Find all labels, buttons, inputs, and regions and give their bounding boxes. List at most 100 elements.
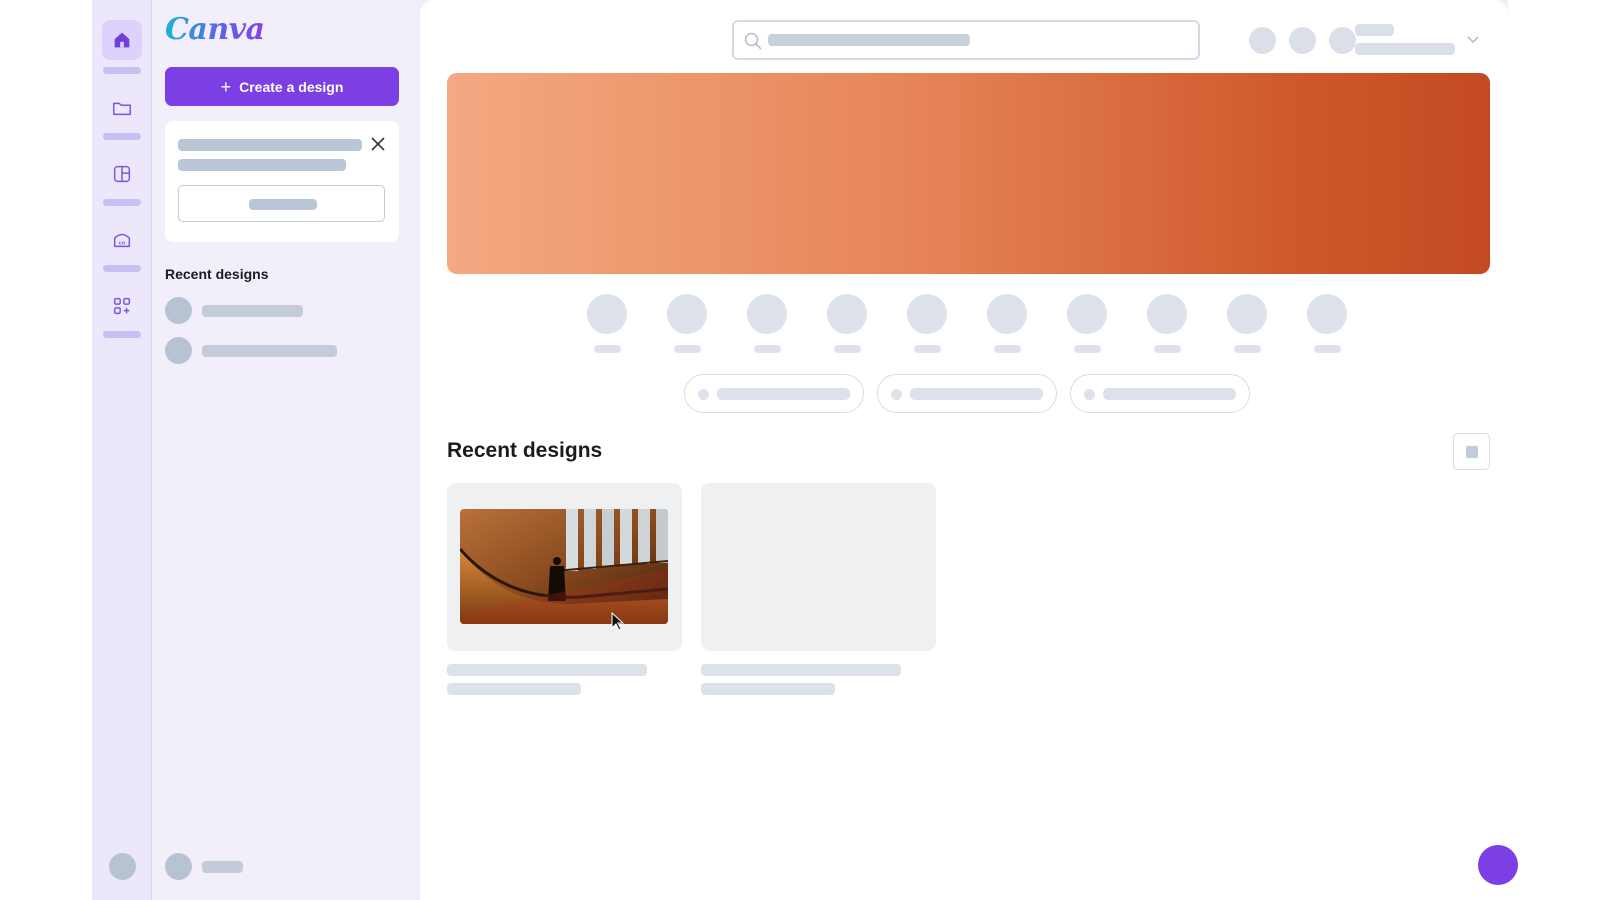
design-name-placeholder bbox=[202, 305, 303, 317]
home-icon bbox=[114, 32, 130, 48]
design-shortcut[interactable] bbox=[1227, 294, 1267, 354]
design-shortcut[interactable] bbox=[987, 294, 1027, 354]
shortcut-label-placeholder bbox=[1234, 345, 1261, 353]
suggestion-chip[interactable] bbox=[877, 374, 1057, 413]
grid-icon bbox=[1466, 446, 1478, 458]
shortcut-label-placeholder bbox=[674, 345, 701, 353]
header-icon-button[interactable] bbox=[1289, 27, 1316, 54]
side-panel: Canva + Create a design Recent designs bbox=[153, 0, 411, 900]
panel-recent-title: Recent designs bbox=[165, 266, 269, 282]
chip-icon bbox=[1084, 389, 1095, 400]
shortcut-label-placeholder bbox=[1074, 345, 1101, 353]
shortcut-label-placeholder bbox=[1154, 345, 1181, 353]
chip-icon bbox=[891, 389, 902, 400]
brand-icon: co bbox=[113, 233, 131, 248]
account-email-placeholder bbox=[1355, 43, 1455, 55]
shortcut-icon bbox=[587, 294, 627, 334]
design-shortcut[interactable] bbox=[1307, 294, 1347, 354]
create-design-label: Create a design bbox=[239, 78, 344, 95]
design-avatar bbox=[165, 297, 192, 324]
design-title-placeholder bbox=[701, 664, 901, 676]
design-shortcut[interactable] bbox=[1067, 294, 1107, 354]
shortcut-label-placeholder bbox=[594, 345, 621, 353]
rail-item-projects[interactable] bbox=[102, 88, 142, 128]
search-input[interactable] bbox=[732, 20, 1200, 60]
account-name-placeholder bbox=[1355, 24, 1394, 36]
promo-action-button[interactable] bbox=[178, 185, 385, 222]
templates-icon bbox=[113, 165, 131, 183]
chip-label-placeholder bbox=[717, 388, 850, 400]
help-button[interactable] bbox=[1478, 845, 1518, 885]
chip-label-placeholder bbox=[910, 388, 1043, 400]
rail-item-brand[interactable]: co bbox=[102, 220, 142, 260]
shortcut-icon bbox=[1307, 294, 1347, 334]
promo-button-placeholder bbox=[249, 199, 317, 210]
rail-label-apps bbox=[103, 331, 141, 338]
main-content: Recent designs bbox=[420, 0, 1518, 900]
canva-logo[interactable]: Canva bbox=[165, 12, 265, 47]
design-shortcut[interactable] bbox=[1147, 294, 1187, 354]
user-name-placeholder bbox=[202, 861, 243, 873]
close-icon[interactable] bbox=[367, 133, 389, 155]
rail-item-home[interactable] bbox=[102, 20, 142, 60]
account-avatar[interactable] bbox=[1329, 27, 1356, 54]
shortcut-icon bbox=[667, 294, 707, 334]
suggestion-chip[interactable] bbox=[684, 374, 864, 413]
chip-label-placeholder bbox=[1103, 388, 1236, 400]
plus-icon: + bbox=[220, 76, 232, 97]
search-icon bbox=[744, 32, 762, 50]
shortcut-icon bbox=[907, 294, 947, 334]
recent-designs-title: Recent designs bbox=[447, 439, 603, 462]
design-thumbnail bbox=[460, 509, 668, 624]
shortcut-icon bbox=[987, 294, 1027, 334]
icon-rail: co bbox=[92, 0, 152, 900]
shortcut-label-placeholder bbox=[834, 345, 861, 353]
folder-icon bbox=[113, 102, 131, 116]
panel-recent-item[interactable] bbox=[165, 297, 399, 325]
promo-text-placeholder bbox=[178, 159, 346, 171]
shortcut-label-placeholder bbox=[914, 345, 941, 353]
canva-app: co Canva + Create a design Recent design… bbox=[92, 0, 1518, 900]
promo-card bbox=[165, 121, 399, 242]
rail-label-projects bbox=[103, 133, 141, 140]
design-card[interactable] bbox=[447, 483, 682, 651]
shortcut-icon bbox=[1227, 294, 1267, 334]
suggestion-chip[interactable] bbox=[1070, 374, 1250, 413]
create-design-button[interactable]: + Create a design bbox=[165, 67, 399, 106]
rail-label-home bbox=[103, 67, 141, 74]
header-icon-button[interactable] bbox=[1249, 27, 1276, 54]
design-meta-placeholder bbox=[701, 683, 835, 695]
hero-banner bbox=[447, 73, 1490, 274]
shortcut-icon bbox=[827, 294, 867, 334]
architecture-photo bbox=[460, 509, 668, 624]
design-shortcut[interactable] bbox=[827, 294, 867, 354]
rail-label-templates bbox=[103, 199, 141, 206]
rail-avatar[interactable] bbox=[109, 853, 136, 880]
design-shortcut[interactable] bbox=[667, 294, 707, 354]
view-toggle-button[interactable] bbox=[1453, 433, 1490, 470]
shortcut-icon bbox=[1147, 294, 1187, 334]
design-avatar bbox=[165, 337, 192, 364]
shortcut-label-placeholder bbox=[1314, 345, 1341, 353]
design-shortcut[interactable] bbox=[907, 294, 947, 354]
design-shortcut[interactable] bbox=[587, 294, 627, 354]
chevron-down-icon[interactable] bbox=[1464, 30, 1482, 48]
design-meta-placeholder bbox=[447, 683, 581, 695]
panel-recent-item[interactable] bbox=[165, 337, 399, 365]
shortcut-label-placeholder bbox=[754, 345, 781, 353]
design-card[interactable] bbox=[701, 483, 936, 651]
svg-text:co: co bbox=[119, 241, 126, 247]
rail-item-templates[interactable] bbox=[102, 154, 142, 194]
design-shortcut[interactable] bbox=[747, 294, 787, 354]
shortcut-icon bbox=[1067, 294, 1107, 334]
chip-icon bbox=[698, 389, 709, 400]
design-title-placeholder bbox=[447, 664, 647, 676]
promo-text-placeholder bbox=[178, 139, 362, 151]
mouse-cursor-icon bbox=[611, 612, 625, 631]
apps-icon bbox=[113, 297, 131, 315]
avatar bbox=[165, 853, 192, 880]
rail-item-apps[interactable] bbox=[102, 286, 142, 326]
design-name-placeholder bbox=[202, 345, 337, 357]
shortcut-label-placeholder bbox=[994, 345, 1021, 353]
shortcut-icon bbox=[747, 294, 787, 334]
